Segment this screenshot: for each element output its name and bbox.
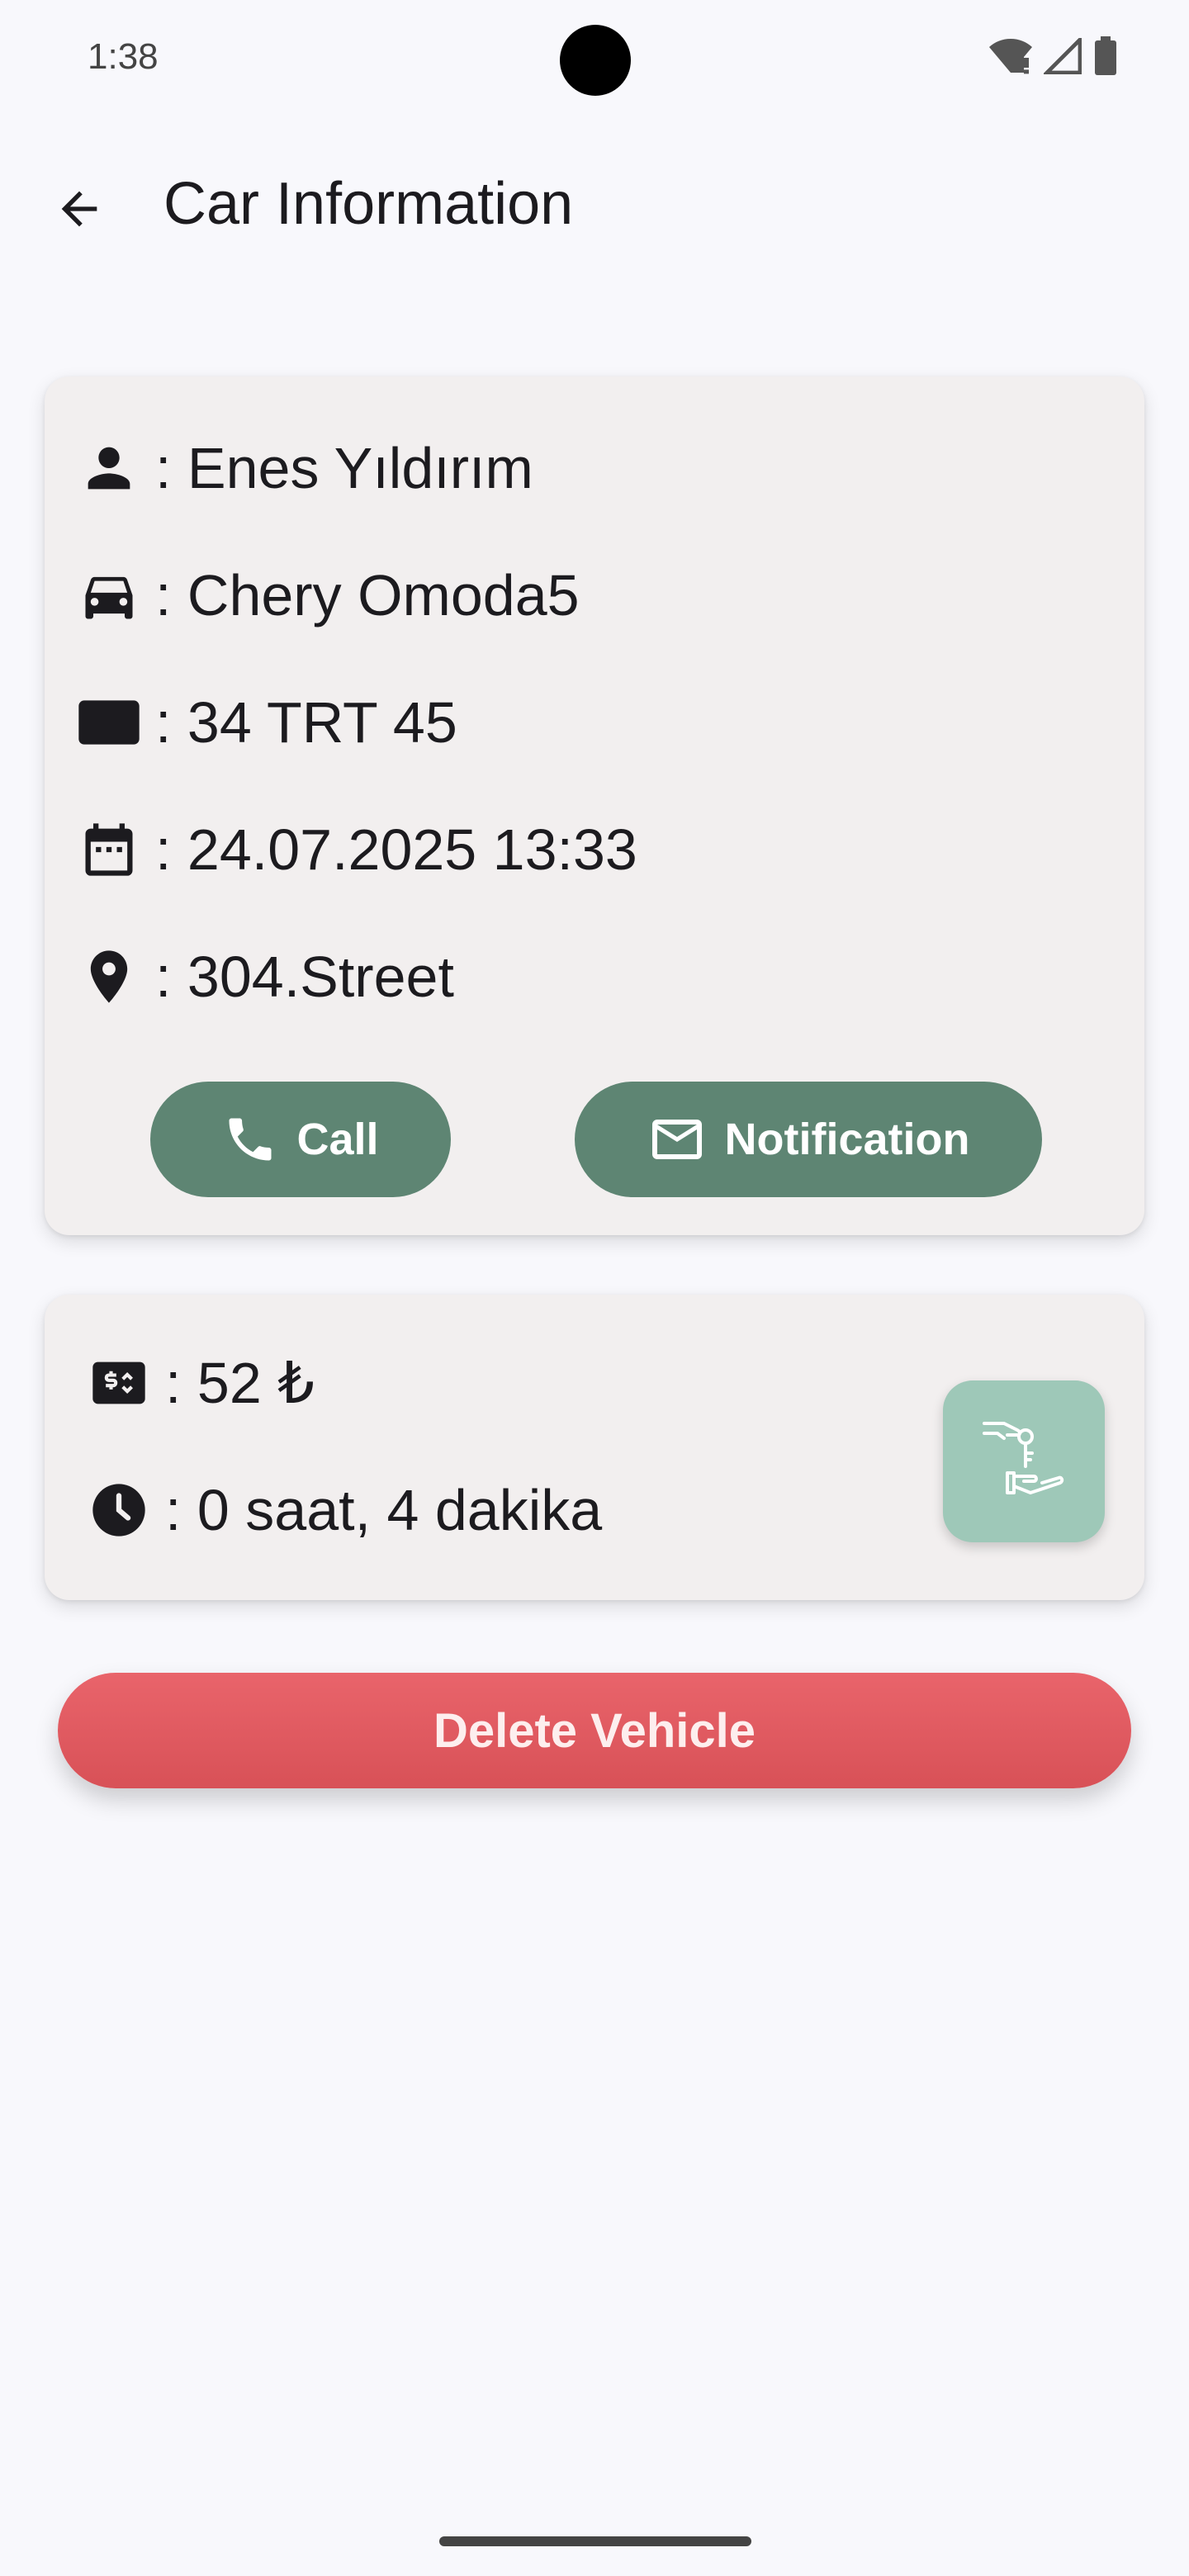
car-model: : Chery Omoda5 xyxy=(155,563,580,627)
parking-duration: : 0 saat, 4 dakika xyxy=(165,1478,603,1542)
back-button[interactable] xyxy=(46,178,112,244)
hand-over-key-icon xyxy=(974,1410,1073,1513)
date-row: : 24.07.2025 13:33 xyxy=(74,812,637,887)
money-icon xyxy=(84,1348,154,1418)
status-icons xyxy=(989,35,1118,80)
notification-label: Notification xyxy=(724,1115,970,1164)
status-bar: 1:38 xyxy=(0,0,1189,116)
car-model-row: : Chery Omoda5 xyxy=(74,558,580,632)
calendar-icon xyxy=(74,815,144,884)
camera-cutout xyxy=(560,25,631,96)
signal-icon xyxy=(1042,35,1082,78)
price-row: : 52 ₺ xyxy=(84,1346,315,1420)
clock-icon xyxy=(84,1475,154,1545)
license-plate-icon xyxy=(74,688,144,757)
app-bar: Car Information xyxy=(0,149,1189,272)
home-indicator[interactable] xyxy=(439,2536,751,2546)
owner-name-row: : Enes Yıldırım xyxy=(74,431,533,505)
call-label: Call xyxy=(296,1115,379,1164)
page-title: Car Information xyxy=(163,171,574,237)
phone-icon xyxy=(222,1111,278,1167)
hand-over-key-button[interactable] xyxy=(943,1380,1105,1542)
parking-fee: : 52 ₺ xyxy=(165,1351,315,1415)
fee-card: : 52 ₺ : 0 saat, 4 dakika xyxy=(45,1295,1144,1600)
wifi-icon xyxy=(989,38,1032,78)
car-icon xyxy=(74,561,144,630)
plate-number: : 34 TRT 45 xyxy=(155,690,457,755)
parked-date: : 24.07.2025 13:33 xyxy=(155,817,637,882)
location-pin-icon xyxy=(74,942,144,1011)
plate-row: : 34 TRT 45 xyxy=(74,685,457,760)
delete-vehicle-button[interactable]: Delete Vehicle xyxy=(58,1673,1131,1788)
call-button[interactable]: Call xyxy=(150,1082,451,1197)
mail-icon xyxy=(647,1110,707,1169)
location-row: : 304.Street xyxy=(74,940,454,1014)
owner-name: : Enes Yıldırım xyxy=(155,436,533,500)
arrow-back-icon xyxy=(53,182,106,239)
location: : 304.Street xyxy=(155,945,454,1009)
battery-icon xyxy=(1093,36,1118,80)
duration-row: : 0 saat, 4 dakika xyxy=(84,1473,602,1547)
status-time: 1:38 xyxy=(88,36,159,77)
person-icon xyxy=(74,433,144,503)
vehicle-info-card: : Enes Yıldırım : Chery Omoda5 : 34 TRT … xyxy=(45,376,1144,1235)
notification-button[interactable]: Notification xyxy=(575,1082,1042,1197)
